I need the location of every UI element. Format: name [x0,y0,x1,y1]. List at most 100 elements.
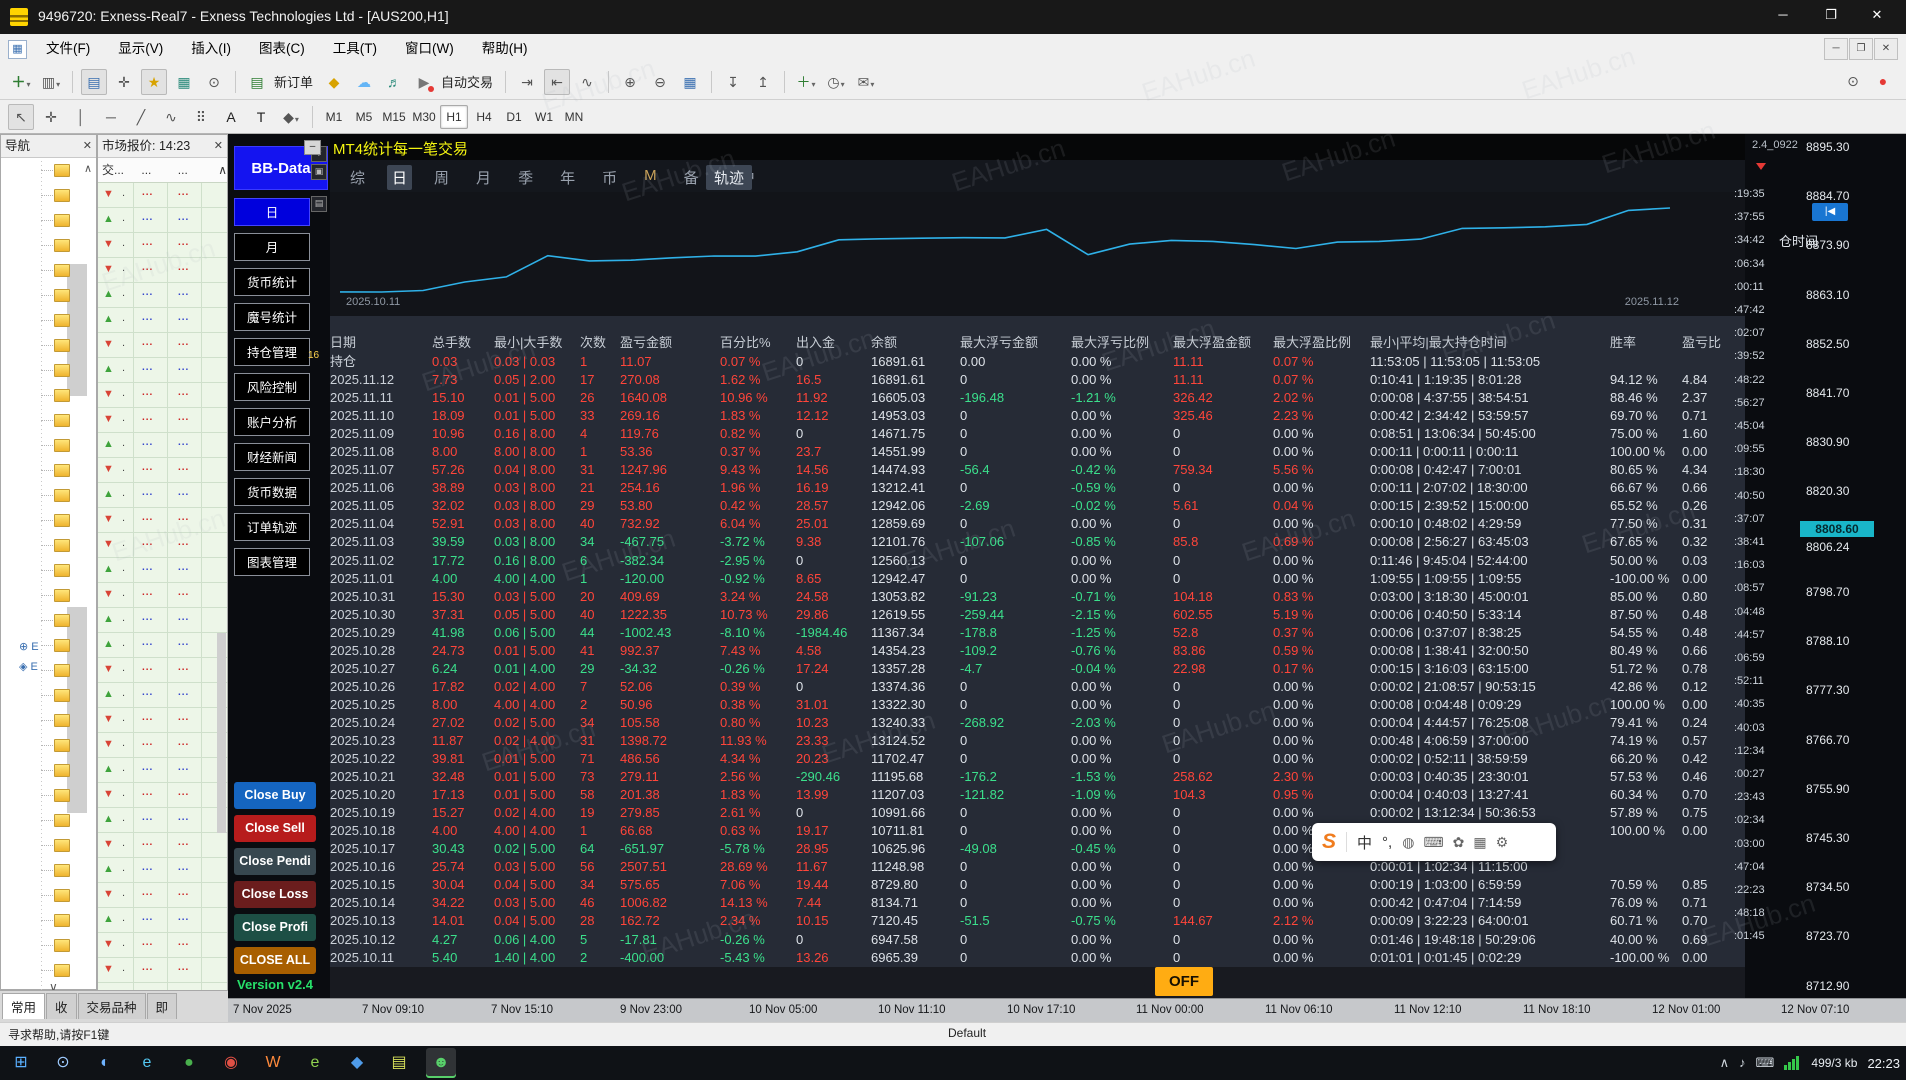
crosshair-icon[interactable]: ✛ [38,104,64,130]
gavel-icon[interactable]: ◆ [321,69,347,95]
market-watch-row[interactable]: ▲....... [98,283,227,308]
market-watch-scrollbar[interactable] [217,633,226,833]
market-watch-row[interactable]: ▼....... [98,508,227,533]
navigator-item[interactable] [1,158,96,183]
navigator-item[interactable] [1,958,96,983]
navigator-item[interactable] [1,633,96,658]
bb-button-持仓管理[interactable]: 持仓管理 [234,338,310,366]
time-axis[interactable]: 7 Nov 20257 Nov 09:107 Nov 15:109 Nov 23… [228,998,1906,1023]
taskbar-app-blue-icon[interactable]: ◆ [342,1048,372,1078]
taskbar-app-e2-icon[interactable]: e [300,1048,330,1078]
bottom-tab-常用[interactable]: 常用 [2,993,45,1019]
indicators-icon[interactable]: ＋▾ [793,69,819,95]
shift-end-icon[interactable]: ⇥ [514,69,540,95]
taskbar-app-note-icon[interactable]: ▤ [384,1048,414,1078]
close-button[interactable]: ✕ [1854,0,1900,30]
ime-tool-icon-3[interactable]: ▦ [1473,834,1486,851]
market-watch-row[interactable]: ▼....... [98,458,227,483]
navigator-item[interactable] [1,508,96,533]
auto-trading-icon[interactable]: ▶ [411,69,437,95]
tab-M[interactable]: M [639,165,662,190]
ime-punct[interactable]: °, [1382,834,1392,851]
timeframe-M30[interactable]: M30 [410,105,438,129]
auto-scroll-icon[interactable]: ⇤ [544,69,570,95]
market-watch-row[interactable]: ▲....... [98,908,227,933]
market-watch-row[interactable]: ▼....... [98,583,227,608]
notifications-icon[interactable]: ● [1870,68,1896,94]
taskbar-app-edge-icon[interactable]: e [132,1048,162,1078]
strategy-tester-icon[interactable]: ⊙ [201,69,227,95]
menu-item-文件(F)[interactable]: 文件(F) [32,34,104,64]
taskbar-app-browser-icon[interactable]: ◐ [90,1048,120,1078]
trendline-icon[interactable]: ╱ [128,104,154,130]
market-watch-row[interactable]: ▲....... [98,483,227,508]
market-watch-row[interactable]: ▼....... [98,883,227,908]
bb-button-日[interactable]: 日 [234,198,310,226]
market-watch-row[interactable]: ▲....... [98,683,227,708]
button-close-loss[interactable]: Close Loss [234,881,316,908]
button-close-all[interactable]: CLOSE ALL [234,947,316,974]
timeframe-H4[interactable]: H4 [470,105,498,129]
text-icon[interactable]: A [218,104,244,130]
market-watch-row[interactable]: ▼....... [98,833,227,858]
tab-track[interactable]: 轨迹 [706,165,752,190]
market-watch-row[interactable]: ▲....... [98,758,227,783]
cloud-icon[interactable]: ☁ [351,69,377,95]
market-watch-row[interactable]: ▲....... [98,808,227,833]
tab-年[interactable]: 年 [555,165,580,190]
ime-logo[interactable]: S [1322,830,1336,854]
market-watch-row[interactable]: ▼....... [98,258,227,283]
button-close-profi[interactable]: Close Profi [234,914,316,941]
chart-mini-icon[interactable]: ▤ [311,196,327,212]
tray-icon-2[interactable]: ⌨ [1756,1055,1775,1071]
market-watch-row[interactable]: ▼....... [98,383,227,408]
sounds-icon[interactable]: ♬ [381,69,407,95]
menu-item-工具(T)[interactable]: 工具(T) [319,34,391,64]
menu-item-显示(V)[interactable]: 显示(V) [104,34,177,64]
market-watch-row[interactable]: ▼....... [98,783,227,808]
navigator-item[interactable] [1,883,96,908]
navigator-item[interactable] [1,608,96,633]
bb-button-魔号统计[interactable]: 魔号统计 [234,303,310,331]
tab-月[interactable]: 月 [471,165,496,190]
market-watch-close-icon[interactable]: ✕ [214,135,223,157]
navigator-item[interactable] [1,833,96,858]
bb-button-财经新闻[interactable]: 财经新闻 [234,443,310,471]
taskbar-app-wechat-icon[interactable]: ☻ [426,1048,456,1078]
ime-mode[interactable]: 中 [1357,832,1372,853]
ime-tool-icon-0[interactable]: ◍ [1402,834,1414,851]
market-watch-icon[interactable]: ▤ [81,69,107,95]
new-order-button[interactable]: 新订单 [274,72,313,91]
tray-icon-1[interactable]: ♪ [1739,1055,1746,1071]
ime-tool-icon-1[interactable]: ⌨ [1423,834,1443,851]
navigator-item[interactable] [1,483,96,508]
arrows-icon[interactable]: ◆▾ [278,104,304,130]
new-chart-icon[interactable]: ＋▾ [8,69,34,95]
button-close-sell[interactable]: Close Sell [234,815,316,842]
timeframe-MN[interactable]: MN [560,105,588,129]
navigator-item[interactable] [1,258,96,283]
auto-trading-button[interactable]: 自动交易 [441,72,493,91]
cursor-icon[interactable]: ↖ [8,104,34,130]
panel-icon[interactable]: ▣ [311,164,327,180]
child-restore-button[interactable]: ❐ [1849,38,1873,60]
taskbar-search-icon[interactable]: ⊙ [48,1048,78,1078]
navigator-item[interactable] [1,333,96,358]
navigator-item[interactable] [1,558,96,583]
navigator-item[interactable] [1,708,96,733]
navigator-item[interactable] [1,533,96,558]
navigator-item[interactable] [1,208,96,233]
collapse-icon[interactable]: ∧ [218,158,227,182]
navigator-item[interactable] [1,783,96,808]
market-watch-row[interactable]: ▲....... [98,308,227,333]
data-window-icon[interactable]: ✛ [111,69,137,95]
navigator-item[interactable] [1,733,96,758]
timeframe-M1[interactable]: M1 [320,105,348,129]
market-watch-row[interactable]: ▲....... [98,558,227,583]
navigator-close-icon[interactable]: ✕ [83,135,92,157]
chart-shift-icon[interactable]: ∿ [574,69,600,95]
navigator-item[interactable] [1,908,96,933]
templates-icon[interactable]: ✉▾ [853,69,879,95]
maximize-button[interactable]: ❐ [1808,0,1854,30]
bb-button-风险控制[interactable]: 风险控制 [234,373,310,401]
